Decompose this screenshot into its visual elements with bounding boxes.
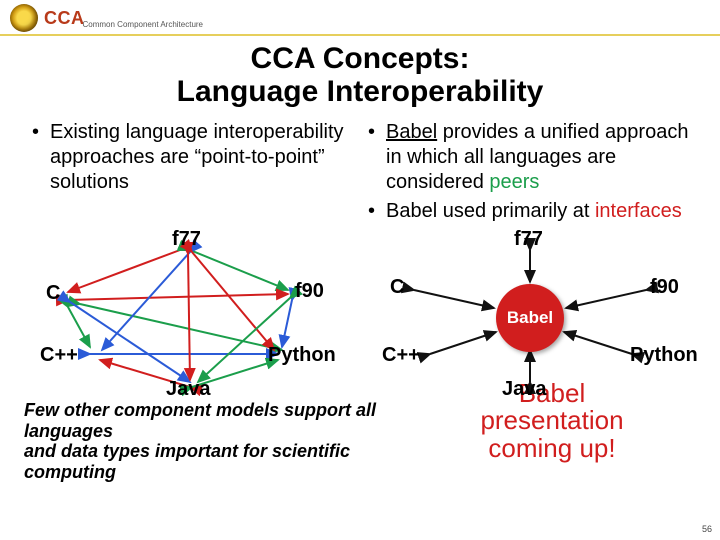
node-f77-right: f77 xyxy=(514,228,543,251)
node-c-right: C xyxy=(390,276,404,299)
bottom-row: Few other component models support all l… xyxy=(0,400,720,485)
node-python-left: Python xyxy=(268,344,336,367)
p2p-arrows-icon xyxy=(20,232,360,402)
diagrams: f77 C f90 C++ Python Java Babel f77 C f9… xyxy=(0,232,720,402)
page-title: CCA Concepts: Language Interoperability xyxy=(0,42,720,108)
footnote: Few other component models support all l… xyxy=(24,400,408,483)
columns: Existing language interoperability appro… xyxy=(0,108,720,228)
title-line-1: CCA Concepts: xyxy=(251,42,470,75)
logo-subtitle: Common Component Architecture xyxy=(83,20,204,29)
babel-hub: Babel xyxy=(496,284,564,352)
peers-word: peers xyxy=(489,171,539,193)
node-python-right: Python xyxy=(630,344,698,367)
diagram-point-to-point: f77 C f90 C++ Python Java xyxy=(20,232,360,402)
divider xyxy=(0,34,720,36)
babel-underline: Babel xyxy=(386,121,437,143)
diagram-babel-hub: Babel f77 C f90 C++ Python Java xyxy=(360,232,700,402)
logo-text: CCA xyxy=(44,8,85,29)
node-java-left: Java xyxy=(166,378,211,401)
cca-logo-icon xyxy=(10,4,38,32)
interfaces-word: interfaces xyxy=(595,200,682,222)
node-f90-left: f90 xyxy=(295,280,324,303)
node-f90-right: f90 xyxy=(650,276,679,299)
right-column: Babel provides a unified approach in whi… xyxy=(364,120,692,228)
node-cpp-right: C++ xyxy=(382,344,420,367)
slide-number: 56 xyxy=(702,524,712,534)
bullet-right-1: Babel provides a unified approach in whi… xyxy=(364,120,692,195)
node-cpp-left: C++ xyxy=(40,344,78,367)
node-f77-left: f77 xyxy=(172,228,201,251)
node-c-left: C xyxy=(46,282,60,305)
bullet-left-1: Existing language interoperability appro… xyxy=(28,120,356,195)
header: CCA Common Component Architecture xyxy=(0,0,720,32)
title-line-2: Language Interoperability xyxy=(177,75,544,108)
bullet-right-2: Babel used primarily at interfaces xyxy=(364,199,692,224)
left-column: Existing language interoperability appro… xyxy=(28,120,356,228)
node-java-right: Java xyxy=(502,378,547,401)
